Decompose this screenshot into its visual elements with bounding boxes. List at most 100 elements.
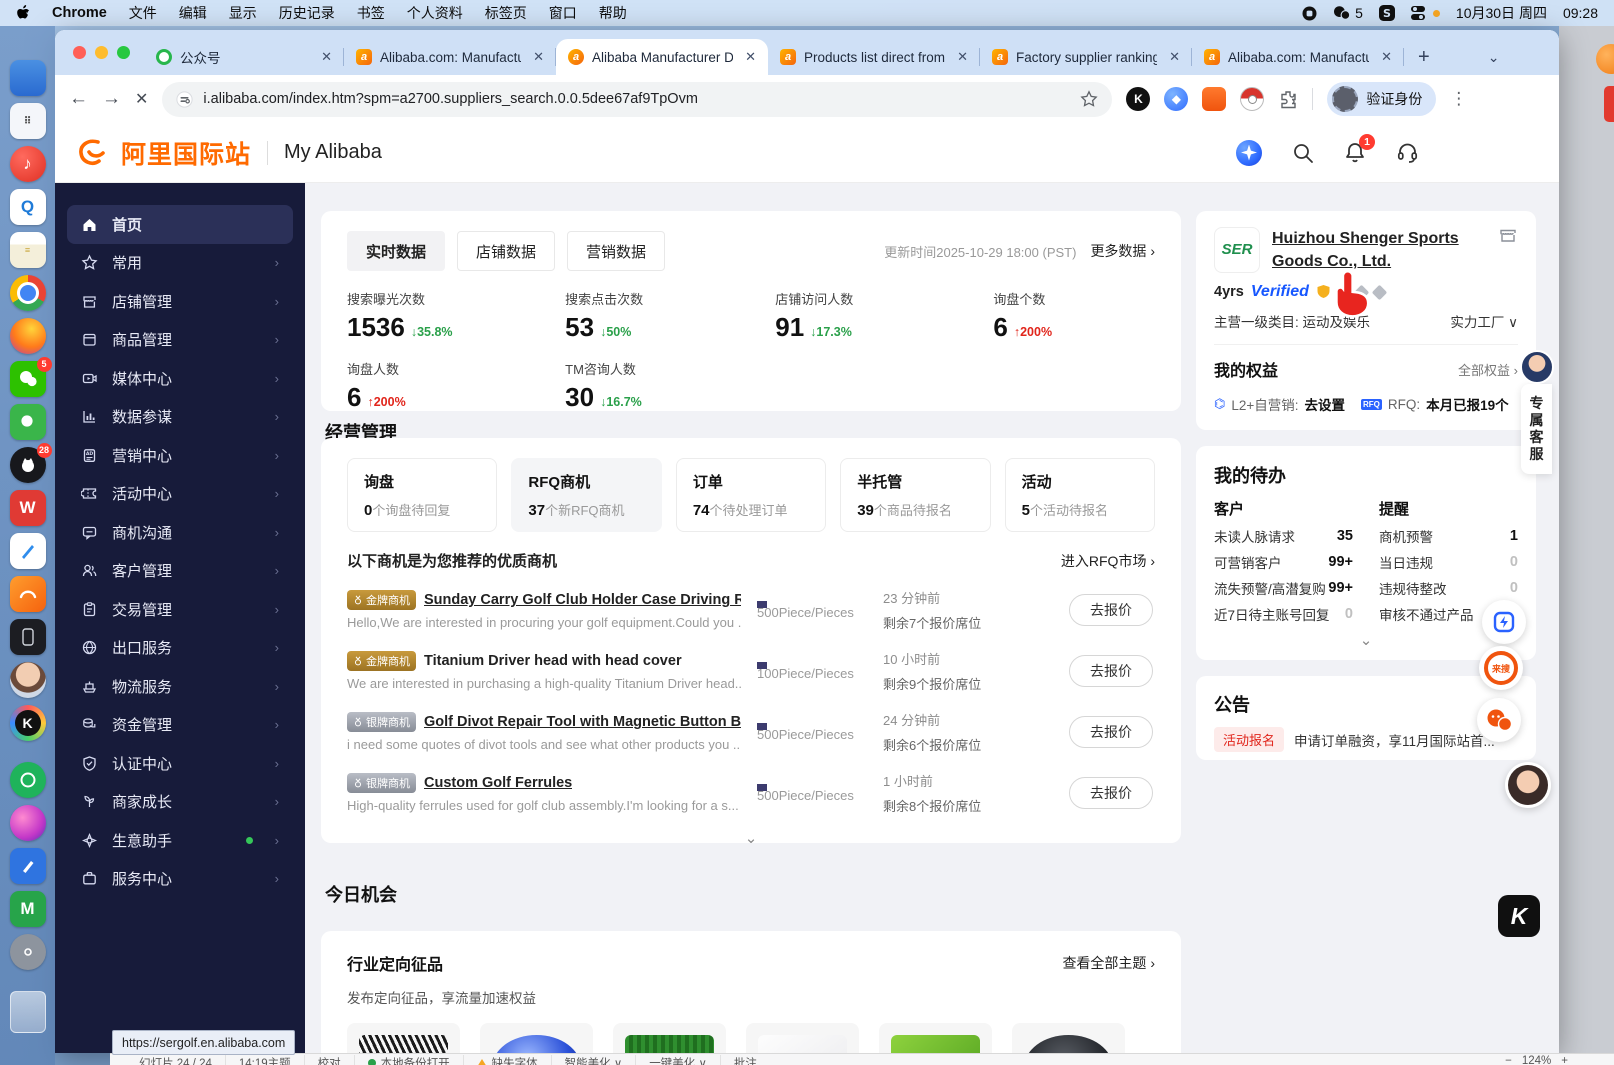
new-tab-button[interactable]: +	[1404, 39, 1444, 75]
mini-card-rfq[interactable]: RFQ商机 37个新RFQ商机	[511, 458, 662, 532]
rfq-item-row[interactable]: 金牌商机 Sunday Carry Golf Club Holder Case …	[347, 588, 1155, 632]
dock-wechat-icon[interactable]: 5	[9, 357, 52, 397]
stat-search-impressions[interactable]: 搜索曝光次数 1536 ↓35.8%	[347, 289, 565, 343]
sidebar-item-certification-center[interactable]: 认证中心 ›	[67, 744, 293, 783]
backup-status[interactable]: 本地备份打开	[355, 1055, 464, 1065]
pokeball-extension-icon[interactable]	[1240, 87, 1265, 111]
sidebar-item-export-services[interactable]: 出口服务 ›	[67, 629, 293, 668]
tab-realtime-data[interactable]: 实时数据	[347, 231, 446, 271]
sidebar-item-service-center[interactable]: 服务中心 ›	[67, 860, 293, 899]
quote-button[interactable]: 去报价	[1069, 655, 1153, 687]
site-settings-icon[interactable]	[176, 90, 194, 108]
menu-profiles[interactable]: 个人资料	[407, 3, 463, 23]
annotate-label[interactable]: 批注	[721, 1055, 770, 1065]
tab-close-icon[interactable]: ✕	[953, 49, 972, 65]
extensions-puzzle-icon[interactable]	[1278, 89, 1298, 109]
menu-bookmarks[interactable]: 书签	[357, 3, 385, 23]
stop-loading-button[interactable]: ✕	[135, 89, 148, 109]
s-app-menubar-icon[interactable]: S	[1378, 5, 1395, 21]
expand-chevron-icon[interactable]: ⌄	[347, 829, 1155, 847]
dock-wecom-icon[interactable]	[9, 404, 46, 440]
assistant-avatar-floating[interactable]	[1505, 762, 1551, 808]
sidebar-item-trade-mgmt[interactable]: 交易管理 ›	[67, 590, 293, 629]
quote-button[interactable]: 去报价	[1069, 716, 1153, 748]
tab-close-icon[interactable]: ✕	[1377, 49, 1396, 65]
url-text[interactable]: i.alibaba.com/index.htm?spm=a2700.suppli…	[203, 91, 1070, 107]
rfq-item-row[interactable]: 银牌商机 Custom Golf Ferrules High-quality f…	[347, 771, 1155, 815]
chrome-menu-kebab-icon[interactable]: ⋮	[1450, 89, 1467, 109]
tab-close-icon[interactable]: ✕	[741, 49, 760, 65]
strength-factory-toggle[interactable]: 实力工厂 ∨	[1450, 311, 1518, 331]
cs-agent-avatar[interactable]	[1520, 350, 1554, 384]
mini-card-inquiries[interactable]: 询盘 0个询盘待回复	[347, 458, 498, 532]
product-thumb-brush[interactable]	[347, 1023, 460, 1053]
dock-cat-app-icon[interactable]: 28	[9, 443, 52, 483]
sidebar-item-product-mgmt[interactable]: 商品管理 ›	[67, 321, 293, 360]
dock-w-app-icon[interactable]: W	[9, 490, 46, 526]
sidebar-item-business-chat[interactable]: 商机沟通 ›	[67, 513, 293, 552]
missing-font-warning[interactable]: 缺失字体	[464, 1055, 552, 1065]
menu-window[interactable]: 窗口	[549, 3, 577, 23]
rfq-item-row[interactable]: 金牌商机 Titanium Driver head with head cove…	[347, 649, 1155, 693]
toggle-menubar-icon[interactable]	[1410, 6, 1440, 20]
more-data-link[interactable]: 更多数据 ›	[1090, 241, 1155, 261]
diamond-extension-icon[interactable]: ◆	[1164, 87, 1189, 111]
dock-chrome-icon[interactable]	[9, 275, 46, 311]
zoom-control[interactable]: −124% +	[1505, 1055, 1598, 1065]
forward-button[interactable]: →	[102, 88, 121, 110]
rfq-title-link[interactable]: Titanium Driver head with head cover	[424, 653, 682, 669]
dock-finder-icon[interactable]	[9, 60, 46, 96]
mini-card-semi-managed[interactable]: 半托管 39个商品待报名	[840, 458, 991, 532]
todo-row[interactable]: 近7日待主账号回复 0	[1214, 601, 1353, 627]
tab-alibaba-manufact-2[interactable]: a Alibaba.com: Manufactu ✕	[1192, 39, 1404, 75]
apple-icon[interactable]	[16, 5, 30, 21]
todo-row[interactable]: 可营销客户 99+	[1214, 549, 1353, 575]
dedicated-customer-service-tab[interactable]: 专属客服	[1521, 384, 1552, 474]
tab-close-icon[interactable]: ✕	[317, 49, 336, 65]
dock-launchpad-icon[interactable]: ⠿	[9, 103, 46, 139]
view-all-topics-link[interactable]: 查看全部主题 ›	[1062, 953, 1155, 973]
dock-q-app-icon[interactable]: Q	[9, 189, 46, 225]
quote-button[interactable]: 去报价	[1069, 777, 1153, 809]
menu-help[interactable]: 帮助	[599, 3, 627, 23]
todo-row[interactable]: 当日违规 0	[1379, 549, 1518, 575]
bookmark-star-icon[interactable]	[1080, 90, 1099, 108]
customer-service-headset-icon[interactable]	[1396, 141, 1419, 164]
laisou-floating-icon[interactable]: 来搜	[1479, 646, 1523, 690]
dock-k-app-icon[interactable]: K	[9, 705, 46, 741]
dock-trash-icon[interactable]	[9, 991, 46, 1033]
tab-marketing-data[interactable]: 营销数据	[567, 231, 666, 271]
tab-products-list[interactable]: a Products list direct from ✕	[768, 39, 980, 75]
tab-close-icon[interactable]: ✕	[1165, 49, 1184, 65]
dock-music-app-icon[interactable]: ♪	[9, 146, 46, 182]
tab-store-data[interactable]: 店铺数据	[457, 231, 556, 271]
record-status-icon[interactable]	[1302, 6, 1317, 21]
all-rights-link[interactable]: 全部权益 ›	[1458, 360, 1518, 379]
tab-search-chevron-icon[interactable]: ⌄	[1488, 39, 1500, 75]
search-icon[interactable]	[1292, 142, 1314, 164]
dock-firefox-icon[interactable]	[9, 318, 46, 354]
menubar-clock[interactable]: 09:28	[1563, 5, 1598, 21]
sidebar-item-business-assistant[interactable]: 生意助手 ›	[67, 821, 293, 860]
todo-row[interactable]: 流失预警/高潜复购 99+	[1214, 575, 1353, 601]
stat-search-clicks[interactable]: 搜索点击次数 53 ↓50%	[565, 289, 775, 343]
sidebar-item-media-center[interactable]: 媒体中心 ›	[67, 359, 293, 398]
menu-edit[interactable]: 编辑	[179, 3, 207, 23]
notice-text-link[interactable]: 申请订单融资，享11月国际站首...	[1294, 730, 1495, 750]
dock-notes-app-icon[interactable]: ≡	[9, 232, 46, 268]
tab-gongzhonghao[interactable]: 公众号 ✕	[144, 39, 344, 75]
menu-view[interactable]: 显示	[229, 3, 257, 23]
todo-row[interactable]: 商机预警 1	[1379, 523, 1518, 549]
sidebar-item-favorites[interactable]: 常用 ›	[67, 244, 293, 283]
menu-file[interactable]: 文件	[129, 3, 157, 23]
dock-m-app-icon[interactable]: M	[9, 891, 46, 927]
dock-alisupplier-icon[interactable]	[9, 576, 46, 612]
rfq-title-link[interactable]: Sunday Carry Golf Club Holder Case Drivi…	[424, 592, 741, 608]
stat-inquiries[interactable]: 询盘个数 6 ↑200%	[993, 289, 1155, 343]
minimize-window-button[interactable]	[95, 46, 108, 59]
ai-assistant-icon[interactable]	[1236, 139, 1262, 166]
one-key-beautify[interactable]: 一键美化 ∨	[636, 1055, 721, 1065]
close-window-button[interactable]	[73, 46, 86, 59]
menu-history[interactable]: 历史记录	[279, 3, 335, 23]
product-thumb-mesh-bag[interactable]	[1012, 1023, 1125, 1053]
